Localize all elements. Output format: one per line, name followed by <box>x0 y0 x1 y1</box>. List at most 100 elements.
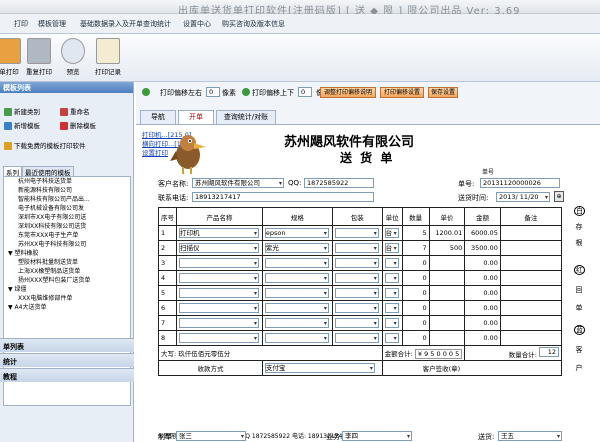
spec-select[interactable]: epson <box>264 228 329 238</box>
note-cell[interactable] <box>499 285 563 301</box>
note-cell[interactable] <box>499 270 563 286</box>
note-cell[interactable] <box>499 225 563 241</box>
pack-select[interactable] <box>334 258 379 268</box>
note-cell[interactable] <box>499 330 563 346</box>
spec-select[interactable] <box>264 273 329 283</box>
qty-cell[interactable]: 0 <box>401 315 430 331</box>
tree-item[interactable]: 杭州电子科技送货单 <box>4 177 130 186</box>
offset-help-button[interactable]: 调整打印偏移说明 <box>320 87 376 98</box>
tree-item[interactable]: 新能源科技有限公司 <box>4 186 130 195</box>
rename-button[interactable]: 重命名 <box>60 106 90 116</box>
product-select[interactable] <box>179 318 259 328</box>
unit-select[interactable]: 台 <box>384 243 399 253</box>
pack-select[interactable] <box>334 273 379 283</box>
tree-folder[interactable]: ▼ 绿僵 <box>4 285 130 294</box>
price-cell[interactable] <box>428 285 466 301</box>
deliver-select[interactable]: 王五 <box>498 431 562 441</box>
tree-item[interactable]: 扬州XXX塑料包装厂送货单 <box>4 276 130 285</box>
tree-item[interactable]: 上海XX橡塑制品送货单 <box>4 267 130 276</box>
delete-template-button[interactable]: 删除模板 <box>60 120 96 130</box>
maker-select[interactable]: 张三 <box>176 431 246 441</box>
product-select[interactable]: 打印机 <box>179 228 259 238</box>
unit-select[interactable] <box>384 258 399 268</box>
tree-folder[interactable]: ▼ 塑料橡胶 <box>4 249 130 258</box>
menu-purchase[interactable]: 购买咨询及版本信息 <box>222 19 285 29</box>
price-cell[interactable] <box>428 255 466 271</box>
tree-item[interactable]: 塑胶材料批量制送货单 <box>4 258 130 267</box>
menu-data[interactable]: 基础数据录入及开单查询统计 <box>80 19 171 29</box>
tree-item[interactable]: 深圳市XX电子有限公司送 <box>4 213 130 222</box>
sidebar-section-tutorial[interactable]: 教程 <box>0 368 134 382</box>
tree-item[interactable]: 深圳XX科技有限公司送货 <box>4 222 130 231</box>
tab-nav[interactable]: 导航 <box>140 110 176 124</box>
tab-order[interactable]: 开单 <box>178 110 214 124</box>
payment-select[interactable]: 支付宝 <box>264 363 375 373</box>
product-select[interactable] <box>179 288 259 298</box>
product-select[interactable] <box>179 303 259 313</box>
date-picker[interactable]: 2013/ 11/20 <box>496 192 550 202</box>
pack-select[interactable] <box>334 288 379 298</box>
note-cell[interactable] <box>499 240 563 256</box>
spec-select[interactable] <box>264 333 329 343</box>
qty-cell[interactable]: 0 <box>401 270 430 286</box>
tree-folder[interactable]: ▼ A4大送货单 <box>4 303 130 312</box>
qty-cell[interactable]: 5 <box>401 225 430 241</box>
new-category-button[interactable]: 新建类别 <box>4 106 40 116</box>
price-cell[interactable]: 500 <box>428 240 466 256</box>
price-cell[interactable]: 1200.01 <box>428 225 466 241</box>
qty-cell[interactable]: 0 <box>401 330 430 346</box>
qq-input[interactable]: 1872585922 <box>304 178 374 188</box>
save-settings-button[interactable]: 保存设置 <box>428 87 458 98</box>
pack-select[interactable] <box>334 228 379 238</box>
spec-select[interactable] <box>264 303 329 313</box>
product-select[interactable] <box>179 258 259 268</box>
sales-select[interactable]: 李四 <box>342 431 412 441</box>
qty-cell[interactable]: 0 <box>401 285 430 301</box>
reprint-button[interactable]: 重复打印 <box>22 38 56 76</box>
sidebar-section-orders[interactable]: 单列表 <box>0 338 134 352</box>
product-select[interactable]: 扫描仪 <box>179 243 259 253</box>
spec-select[interactable] <box>264 288 329 298</box>
tree-item[interactable]: 苏州XX电子科技有限公司 <box>4 240 130 249</box>
note-cell[interactable] <box>499 300 563 316</box>
unit-select[interactable] <box>384 288 399 298</box>
spec-select[interactable] <box>264 318 329 328</box>
menu-template[interactable]: 模板管理 <box>38 19 66 29</box>
price-cell[interactable] <box>428 300 466 316</box>
price-cell[interactable] <box>428 330 466 346</box>
product-select[interactable] <box>179 333 259 343</box>
spec-select[interactable] <box>264 258 329 268</box>
qty-cell[interactable]: 0 <box>401 300 430 316</box>
customer-select[interactable]: 苏州飓风软件有限公司 <box>192 178 284 188</box>
menu-print[interactable]: 打印 <box>14 19 28 29</box>
sidebar-section-stats[interactable]: 统计 <box>0 353 134 367</box>
preview-button[interactable]: 预览 <box>56 38 90 76</box>
order-no-input[interactable]: 20131120000026 <box>480 178 560 188</box>
pack-select[interactable] <box>334 303 379 313</box>
note-cell[interactable] <box>499 255 563 271</box>
product-select[interactable] <box>179 273 259 283</box>
tree-item[interactable]: 电子机械设备有限公司发 <box>4 204 130 213</box>
tab-query[interactable]: 查询统计/对账 <box>216 110 276 124</box>
unit-select[interactable] <box>384 303 399 313</box>
unit-select[interactable] <box>384 273 399 283</box>
download-link[interactable]: 下载免费的模板打印软件 <box>4 140 86 150</box>
note-cell[interactable] <box>499 315 563 331</box>
qty-cell[interactable]: 7 <box>401 240 430 256</box>
print-log-button[interactable]: 打印记录 <box>91 38 125 76</box>
unit-select[interactable]: 台 <box>384 228 399 238</box>
tree-item[interactable]: 智能科技有限公司产品出... <box>4 195 130 204</box>
tree-item[interactable]: 东莞市XXX电子生产单 <box>4 231 130 240</box>
menu-settings[interactable]: 设置中心 <box>183 19 211 29</box>
spec-select[interactable]: 紫光 <box>264 243 329 253</box>
tree-item[interactable]: XXX电脑维修部件单 <box>4 294 130 303</box>
add-row-button[interactable]: ⊕ <box>554 191 564 202</box>
h-offset-input[interactable]: 0 <box>206 87 220 97</box>
pack-select[interactable] <box>334 243 379 253</box>
new-template-button[interactable]: 新增模板 <box>4 120 40 130</box>
price-cell[interactable] <box>428 270 466 286</box>
offset-settings-button[interactable]: 打印偏移设置 <box>380 87 424 98</box>
print-setup-link[interactable]: 设置打印 <box>142 147 168 157</box>
v-offset-input[interactable]: 0 <box>298 87 312 97</box>
price-cell[interactable] <box>428 315 466 331</box>
